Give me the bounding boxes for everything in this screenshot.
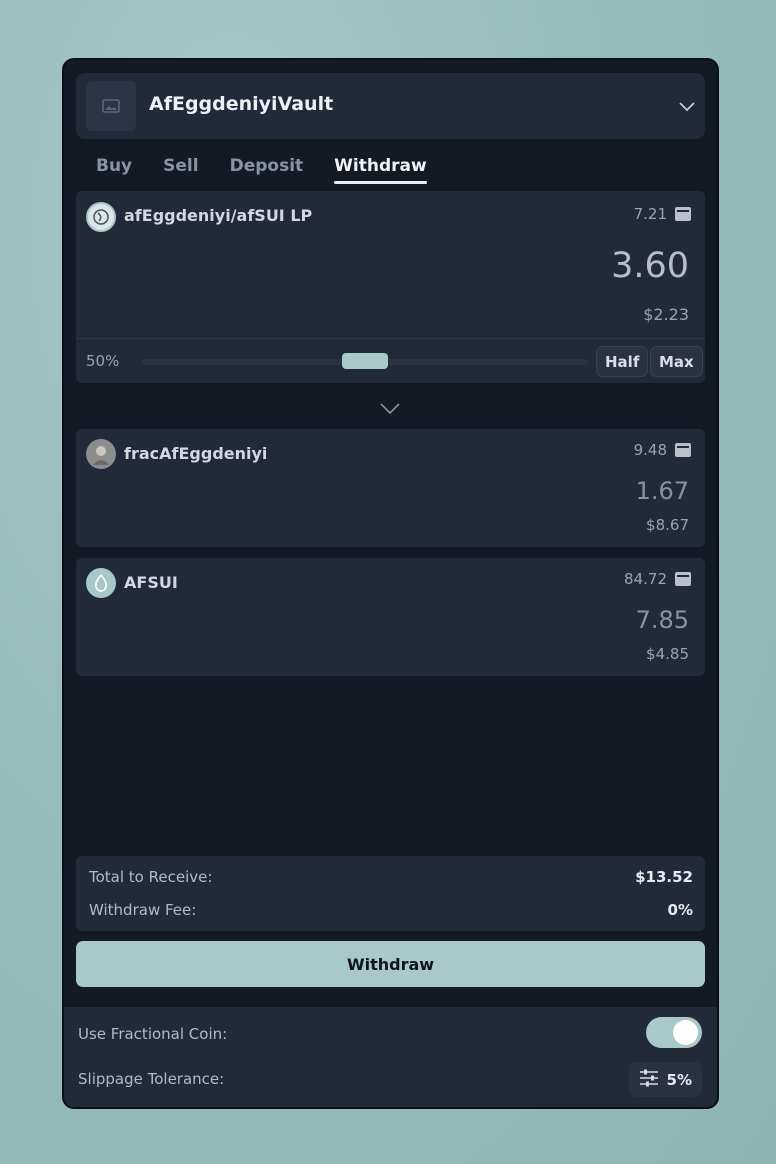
fee-label: Withdraw Fee: [89,901,197,919]
vault-name: AfEggdeniyiVault [149,93,334,115]
tab-deposit[interactable]: Deposit [230,156,304,184]
image-placeholder-icon [86,81,136,131]
output-token-card: fracAfEggdeniyi 9.48 1.67 $8.67 [76,429,705,547]
tab-buy[interactable]: Buy [96,156,132,184]
input-token-card: afEggdeniyi/afSUI LP 7.21 3.60 $2.23 50%… [76,191,705,383]
fee-row: Withdraw Fee: 0% [89,901,693,919]
percent-slider-row: 50% Half Max [76,338,705,383]
output-token-name: fracAfEggdeniyi [124,444,268,463]
output-token-balance: 9.48 [634,441,691,459]
withdraw-button[interactable]: Withdraw [76,941,705,987]
wallet-icon [675,207,691,221]
slider-thumb[interactable] [342,353,388,369]
wallet-icon [675,443,691,457]
slippage-label: Slippage Tolerance: [78,1070,225,1088]
fractional-coin-toggle[interactable] [646,1017,702,1048]
total-label: Total to Receive: [89,868,213,886]
balance-value: 7.21 [633,205,667,223]
output-token-name: AFSUI [124,573,178,592]
input-token-name: afEggdeniyi/afSUI LP [124,206,313,225]
receive-summary: Total to Receive: $13.52 Withdraw Fee: 0… [76,856,705,931]
slippage-button[interactable]: 5% [628,1062,702,1097]
input-token-balance: 7.21 [634,205,691,223]
total-value: $13.52 [635,868,693,886]
total-row: Total to Receive: $13.52 [89,868,693,886]
output-usd-value: $4.85 [646,645,689,663]
percent-label: 50% [86,352,120,370]
avatar [86,439,116,469]
fee-value: 0% [667,901,693,919]
output-token-balance: 84.72 [624,570,691,588]
chevron-down-icon[interactable] [679,97,695,116]
fractional-coin-label: Use Fractional Coin: [78,1025,228,1043]
action-tabs: Buy Sell Deposit Withdraw [96,156,458,184]
withdraw-panel: AfEggdeniyiVault Buy Sell Deposit Withdr… [62,58,719,1109]
input-usd-value: $2.23 [643,305,689,324]
output-token-card: AFSUI 84.72 7.85 $4.85 [76,558,705,676]
vault-selector[interactable]: AfEggdeniyiVault [76,73,705,139]
wallet-icon [675,572,691,586]
half-button[interactable]: Half [596,346,649,377]
input-amount[interactable]: 3.60 [611,246,689,286]
settings-section: Use Fractional Coin: Slippage Tolerance:… [64,1007,717,1107]
sui-drop-icon [86,568,116,598]
tab-withdraw[interactable]: Withdraw [334,156,427,184]
slippage-value: 5% [666,1070,692,1089]
max-button[interactable]: Max [650,346,703,377]
balance-value: 9.48 [633,441,667,459]
sliders-icon [639,1069,659,1091]
output-amount: 7.85 [635,606,689,634]
balance-value: 84.72 [624,570,667,588]
tab-sell[interactable]: Sell [163,156,198,184]
toggle-knob [673,1020,698,1045]
output-amount: 1.67 [635,477,689,505]
output-usd-value: $8.67 [646,516,689,534]
percent-slider[interactable] [142,353,588,369]
chevron-down-icon [380,400,400,419]
lp-token-icon [86,202,116,232]
